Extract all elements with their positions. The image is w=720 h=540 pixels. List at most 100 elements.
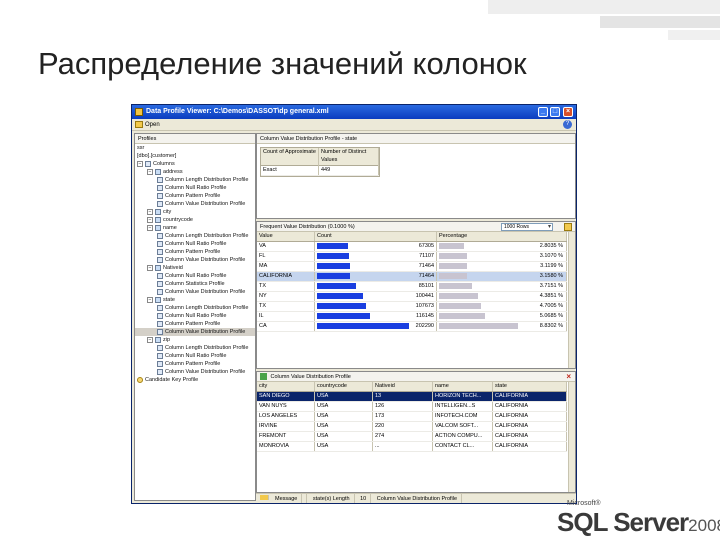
profile-icon bbox=[157, 352, 163, 359]
expand-toggle-icon[interactable]: − bbox=[147, 168, 153, 175]
maximize-button[interactable]: □ bbox=[550, 107, 560, 117]
col-city[interactable]: city bbox=[257, 382, 315, 391]
drilldown-row[interactable]: VAN NUYS USA 126 INTELLIGEN...S CALIFORNIA bbox=[257, 402, 567, 412]
tree-item[interactable]: − Columns bbox=[135, 160, 255, 168]
col-state[interactable]: state bbox=[493, 382, 567, 391]
help-icon[interactable]: ? bbox=[563, 120, 572, 129]
drilldown-row[interactable]: SAN DIEGO USA 13 HORIZON TECH... CALIFORNIA bbox=[257, 392, 567, 402]
tree-item[interactable]: Column Null Ratio Profile bbox=[135, 312, 255, 320]
tree-item-label: countrycode bbox=[163, 217, 193, 223]
tree-item[interactable]: Column Pattern Profile bbox=[135, 360, 255, 368]
expand-toggle-icon[interactable]: − bbox=[147, 208, 153, 215]
open-button[interactable]: Open bbox=[145, 122, 160, 128]
distribution-row[interactable]: CALIFORNIA 71464 3.1580 % bbox=[257, 272, 567, 282]
decor-block bbox=[668, 30, 720, 40]
cell-percentage: 4.7005 % bbox=[437, 302, 567, 311]
distribution-title: Frequent Value Distribution (0.1000 %) bbox=[260, 224, 355, 230]
minimize-button[interactable]: _ bbox=[538, 107, 548, 117]
distribution-row[interactable]: CA 202290 8.8302 % bbox=[257, 322, 567, 332]
tree-item[interactable]: Column Length Distribution Profile bbox=[135, 176, 255, 184]
tree-item[interactable]: − countrycode bbox=[135, 216, 255, 224]
tree-item-label: Column Value Distribution Profile bbox=[165, 201, 246, 207]
tree-item[interactable]: − Nativeid bbox=[135, 264, 255, 272]
col-value[interactable]: Value bbox=[257, 232, 315, 241]
tree-item[interactable]: ssr bbox=[135, 144, 255, 152]
expand-toggle-icon[interactable]: − bbox=[147, 336, 153, 343]
tree-item[interactable]: Column Value Distribution Profile bbox=[135, 288, 255, 296]
tree-item[interactable]: Candidate Key Profile bbox=[135, 376, 255, 384]
percentage-text: 4.3851 % bbox=[539, 293, 563, 299]
col-nativeid[interactable]: Nativeid bbox=[373, 382, 433, 391]
distribution-row[interactable]: VA 67305 2.8035 % bbox=[257, 242, 567, 252]
decor-block bbox=[600, 16, 720, 28]
tree-item[interactable]: Column Null Ratio Profile bbox=[135, 184, 255, 192]
expand-toggle-icon[interactable]: − bbox=[147, 216, 153, 223]
expand-toggle-icon[interactable]: − bbox=[147, 224, 153, 231]
drilldown-scrollbar[interactable] bbox=[568, 382, 575, 492]
expand-toggle-icon[interactable]: − bbox=[147, 296, 153, 303]
distribution-row[interactable]: FL 71107 3.1070 % bbox=[257, 252, 567, 262]
tree-item[interactable]: Column Value Distribution Profile bbox=[135, 200, 255, 208]
tree-item[interactable]: Column Statistics Profile bbox=[135, 280, 255, 288]
summary-row[interactable]: Exact 449 bbox=[261, 166, 379, 176]
col-name[interactable]: name bbox=[433, 382, 493, 391]
distribution-row[interactable]: NY 100441 4.3851 % bbox=[257, 292, 567, 302]
tree-item-label: city bbox=[163, 209, 172, 215]
distribution-row[interactable]: TX 85101 3.7151 % bbox=[257, 282, 567, 292]
close-button[interactable]: × bbox=[563, 107, 573, 117]
count-text: 85101 bbox=[418, 283, 434, 289]
tree-item[interactable]: − city bbox=[135, 208, 255, 216]
col-percentage[interactable]: Percentage bbox=[437, 232, 567, 241]
profile-icon bbox=[157, 320, 163, 327]
tree-item[interactable]: Column Length Distribution Profile bbox=[135, 344, 255, 352]
tree-item[interactable]: − zip bbox=[135, 336, 255, 344]
tree-item[interactable]: Column Length Distribution Profile bbox=[135, 232, 255, 240]
tree-item[interactable]: [dbo].[customer] bbox=[135, 152, 255, 160]
tree-item[interactable]: Column Pattern Profile bbox=[135, 248, 255, 256]
tree-item[interactable]: Column Value Distribution Profile bbox=[135, 368, 255, 376]
tree-item[interactable]: Column Null Ratio Profile bbox=[135, 272, 255, 280]
rows-combo[interactable]: 1000 Rows bbox=[501, 223, 553, 231]
expand-toggle-icon[interactable]: − bbox=[137, 160, 143, 167]
tree-item[interactable]: Column Pattern Profile bbox=[135, 320, 255, 328]
drilldown-cell: CALIFORNIA bbox=[493, 402, 567, 411]
tree-item[interactable]: − state bbox=[135, 296, 255, 304]
drilldown-row[interactable]: IRVINE USA 220 VALCOM SOFT... CALIFORNIA bbox=[257, 422, 567, 432]
drilldown-icon bbox=[260, 373, 267, 381]
column-icon bbox=[155, 216, 161, 223]
col-countrycode[interactable]: countrycode bbox=[315, 382, 373, 391]
tree-item-label: [dbo].[customer] bbox=[137, 153, 177, 159]
tree-item[interactable]: Column Value Distribution Profile bbox=[135, 328, 255, 336]
cell-value: MA bbox=[257, 262, 315, 271]
column-icon bbox=[155, 264, 161, 271]
count-text: 202290 bbox=[415, 323, 434, 329]
drilldown-grid-header: city countrycode Nativeid name state bbox=[257, 382, 567, 392]
col-count[interactable]: Count bbox=[315, 232, 437, 241]
tree-item[interactable]: − name bbox=[135, 224, 255, 232]
tree-item[interactable]: Column Null Ratio Profile bbox=[135, 352, 255, 360]
distribution-scrollbar[interactable] bbox=[568, 232, 575, 368]
drilldown-cell: CALIFORNIA bbox=[493, 442, 567, 451]
filter-icon[interactable] bbox=[564, 223, 572, 231]
distribution-row[interactable]: MA 71464 3.1199 % bbox=[257, 262, 567, 272]
tree-item[interactable]: Column Pattern Profile bbox=[135, 192, 255, 200]
tree-item[interactable]: Column Null Ratio Profile bbox=[135, 240, 255, 248]
distribution-row[interactable]: TX 107673 4.7005 % bbox=[257, 302, 567, 312]
count-text: 71107 bbox=[419, 253, 434, 259]
percentage-text: 3.1199 % bbox=[540, 263, 563, 269]
drilldown-row[interactable]: MONROVIA USA... CONTACT CL... CALIFORNIA bbox=[257, 442, 567, 452]
distribution-panel: Frequent Value Distribution (0.1000 %) 1… bbox=[256, 221, 576, 369]
tree-item[interactable]: − address bbox=[135, 168, 255, 176]
tree-item[interactable]: Column Value Distribution Profile bbox=[135, 256, 255, 264]
close-drilldown-icon[interactable]: × bbox=[566, 372, 571, 382]
cell-percentage: 3.1199 % bbox=[437, 262, 567, 271]
profiles-header: Profiles bbox=[135, 134, 255, 144]
drilldown-row[interactable]: LOS ANGELES USA 173 INFOTECH.COM CALIFORNIA bbox=[257, 412, 567, 422]
percentage-bar bbox=[439, 272, 467, 279]
expand-toggle-icon[interactable]: − bbox=[147, 264, 153, 271]
distribution-row[interactable]: IL 116145 5.0685 % bbox=[257, 312, 567, 322]
tree-item-label: zip bbox=[163, 337, 171, 343]
message-tab[interactable]: Message bbox=[256, 494, 308, 503]
drilldown-row[interactable]: FREMONT USA 274 ACTION COMPU... CALIFORNIA bbox=[257, 432, 567, 442]
tree-item[interactable]: Column Length Distribution Profile bbox=[135, 304, 255, 312]
